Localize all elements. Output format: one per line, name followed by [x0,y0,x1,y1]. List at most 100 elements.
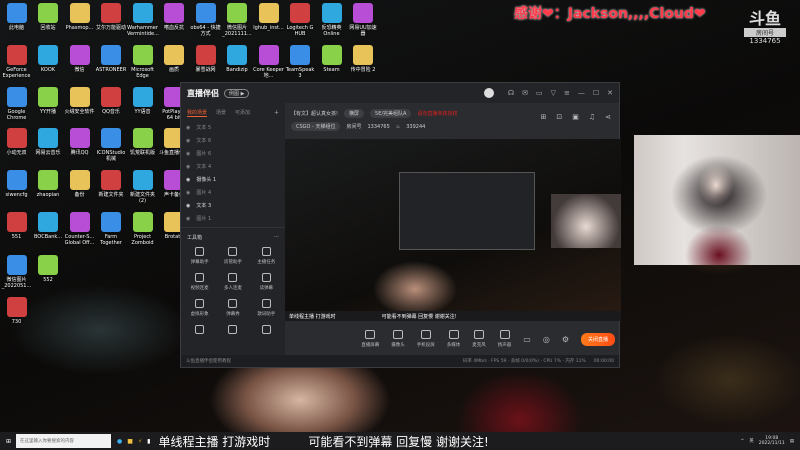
eye-icon[interactable]: ◉ [186,151,190,157]
notification-icon[interactable]: ▤ [790,439,794,444]
taskbar-search-input[interactable]: 在这里输入你要搜索的内容 [16,434,112,448]
desktop-icon[interactable]: 火绒安全软件 [64,87,95,115]
desktop-icon[interactable]: ASTRONEER [96,45,127,73]
eye-icon[interactable]: ◉ [186,125,190,131]
tool-item[interactable] [250,325,283,337]
tool-item[interactable]: 弹幕助手 [183,247,216,265]
example-button[interactable]: 例图 ▶ [224,88,250,98]
desktop-icon[interactable]: KOOK [33,45,64,73]
desktop-icon[interactable]: Project Zomboid [127,212,158,246]
desktop-icon[interactable]: 此电脑 [1,3,32,31]
control-button[interactable]: 摄像头 [391,330,405,348]
eye-icon[interactable]: ◉ [186,203,190,209]
screen-icon[interactable]: ▭ [536,89,543,97]
desktop-icon[interactable]: 552 [33,255,64,283]
eye-icon[interactable]: ◉ [186,164,190,170]
eye-icon[interactable]: ◎ [543,335,550,344]
message-icon[interactable]: ✉ [522,89,528,97]
desktop-icon[interactable]: obs64 - 快捷方式 [190,3,221,37]
tool-item[interactable]: 弹幕秀 [216,299,249,317]
desktop-icon[interactable]: BOCBank... [33,212,64,240]
orientation-chip[interactable]: 横屏 [344,109,365,118]
desktop-icon[interactable]: lghub_inst... [253,3,284,31]
menu-icon[interactable]: ≡ [564,89,570,97]
ime-indicator[interactable]: 英 [749,438,754,444]
desktop-icon[interactable]: Core Keeper 地... [253,45,284,79]
layer-item[interactable]: ◉ 图片 4 [181,186,285,199]
tray-expand-icon[interactable]: ^ [741,439,745,444]
tab-my-scenes[interactable]: 我的场景 [187,109,208,117]
layer-item[interactable]: ◉ 图片 6 [181,147,285,160]
desktop-icon[interactable]: GeForce Experience [1,45,32,79]
desktop-icon[interactable]: 微信 [64,45,95,73]
desktop-icon[interactable]: 饥荒联机版 [127,128,158,156]
control-button[interactable]: 手机投屏 [417,330,435,348]
desktop-icon[interactable]: 反恐精英Online [316,3,347,37]
desktop-icon[interactable]: Google Chrome [1,87,32,121]
skin-icon[interactable]: ▽ [551,89,556,97]
layer-item[interactable]: ◉ 文本 5 [181,121,285,134]
gift-icon[interactable]: ⊞ [540,113,546,121]
desktop-icon[interactable]: Steam [316,45,347,73]
tool-item[interactable]: 视频连麦 [183,273,216,291]
control-button[interactable]: 直播屏幕 [361,330,379,348]
share-icon[interactable]: ⋖ [605,113,611,121]
record-icon[interactable]: ▭ [523,335,531,344]
headset-icon[interactable]: ☊ [508,89,514,97]
tool-item[interactable] [183,325,216,337]
desktop-icon[interactable]: 回收站 [33,3,64,31]
stop-live-button[interactable]: 关闭直播 [580,332,615,346]
tool-item[interactable]: 多人连麦 [216,273,249,291]
layer-item[interactable]: ◉ 摄像头 1 [181,173,285,186]
desktop-icon[interactable]: Farm Together [96,212,127,246]
box-icon[interactable]: ▣ [572,113,579,121]
desktop-icon[interactable]: Counter-S... Global Off... [64,212,95,246]
desktop-icon[interactable]: Bandizip [222,45,253,73]
tab-addable[interactable]: 可添加 [235,109,250,117]
maximize-icon[interactable]: ☐ [593,89,599,97]
desktop-icon[interactable]: 备份 [64,170,95,198]
desktop-icon[interactable]: 腾讯QQ [64,128,95,156]
app-icon[interactable]: ⚡ [138,438,142,445]
tool-item[interactable]: 歌词助手 [250,299,283,317]
desktop-icon[interactable]: Warhammer Vermintide... [127,3,159,37]
control-button[interactable]: 多媒体 [447,330,460,348]
tag-chip[interactable]: 5E/完美组队A [370,109,412,118]
minimize-icon[interactable]: — [578,89,585,97]
desktop-icon[interactable]: 小动无双 [1,128,32,156]
tool-item[interactable]: 读弹幕 [250,273,283,291]
control-button[interactable]: 麦克风 [472,330,486,348]
avatar[interactable] [483,88,494,98]
layer-item[interactable]: ◉ 图片 1 [181,212,285,225]
desktop-icon[interactable]: 微信图片_2022051... [1,255,32,289]
more-icon[interactable]: ⋯ [274,234,279,241]
lock-icon[interactable]: ⊡ [556,113,562,121]
desktop-icon[interactable]: 艾尔万能驱动 [96,3,127,31]
desktop-icon[interactable]: TeamSpeak 3 [285,45,316,79]
desktop-icon[interactable]: 嗜血反抗 [159,3,190,31]
clock-date[interactable]: 2022/11/11 [759,441,785,446]
eye-icon[interactable]: ◉ [186,177,190,183]
desktop-icon[interactable]: 新建文件夹 (2) [127,170,158,204]
desktop-icon[interactable]: 网易UU加速器 [348,3,379,37]
desktop-icon[interactable]: 传中冒险 2 [348,45,379,73]
tool-item[interactable]: 主播任务 [250,247,283,265]
tool-item[interactable]: 虚拟形象 [183,299,216,317]
control-button[interactable]: 扬声器 [498,330,511,348]
edge-icon[interactable]: ● [117,438,122,445]
bell-icon[interactable]: ♫ [589,113,595,121]
desktop-icon[interactable]: zhaopian [33,170,64,198]
file-icon[interactable]: ▮ [147,438,150,445]
desktop-icon[interactable]: 画质 [159,45,190,73]
tab-scenes[interactable]: 场景 [216,109,226,117]
title-bar[interactable]: 直播伴侣 例图 ▶ ☊ ✉ ▭ ▽ ≡ — ☐ ✕ [181,83,619,103]
stream-preview[interactable]: 单线程主播 打游戏时 可能看不到弹幕 回复慢 谢谢关注! [285,139,621,321]
desktop-icon[interactable]: 暴雪战网 [190,45,221,73]
desktop-icon[interactable]: 730 [1,297,32,325]
close-icon[interactable]: ✕ [607,89,613,97]
settings-icon[interactable]: ⚙ [562,335,569,344]
desktop-icon[interactable]: Microsoft Edge [127,45,158,79]
add-scene-icon[interactable]: ＋ [274,109,279,117]
folder-icon[interactable]: ■ [127,438,133,445]
desktop-icon[interactable]: QQ音乐 [96,87,127,115]
